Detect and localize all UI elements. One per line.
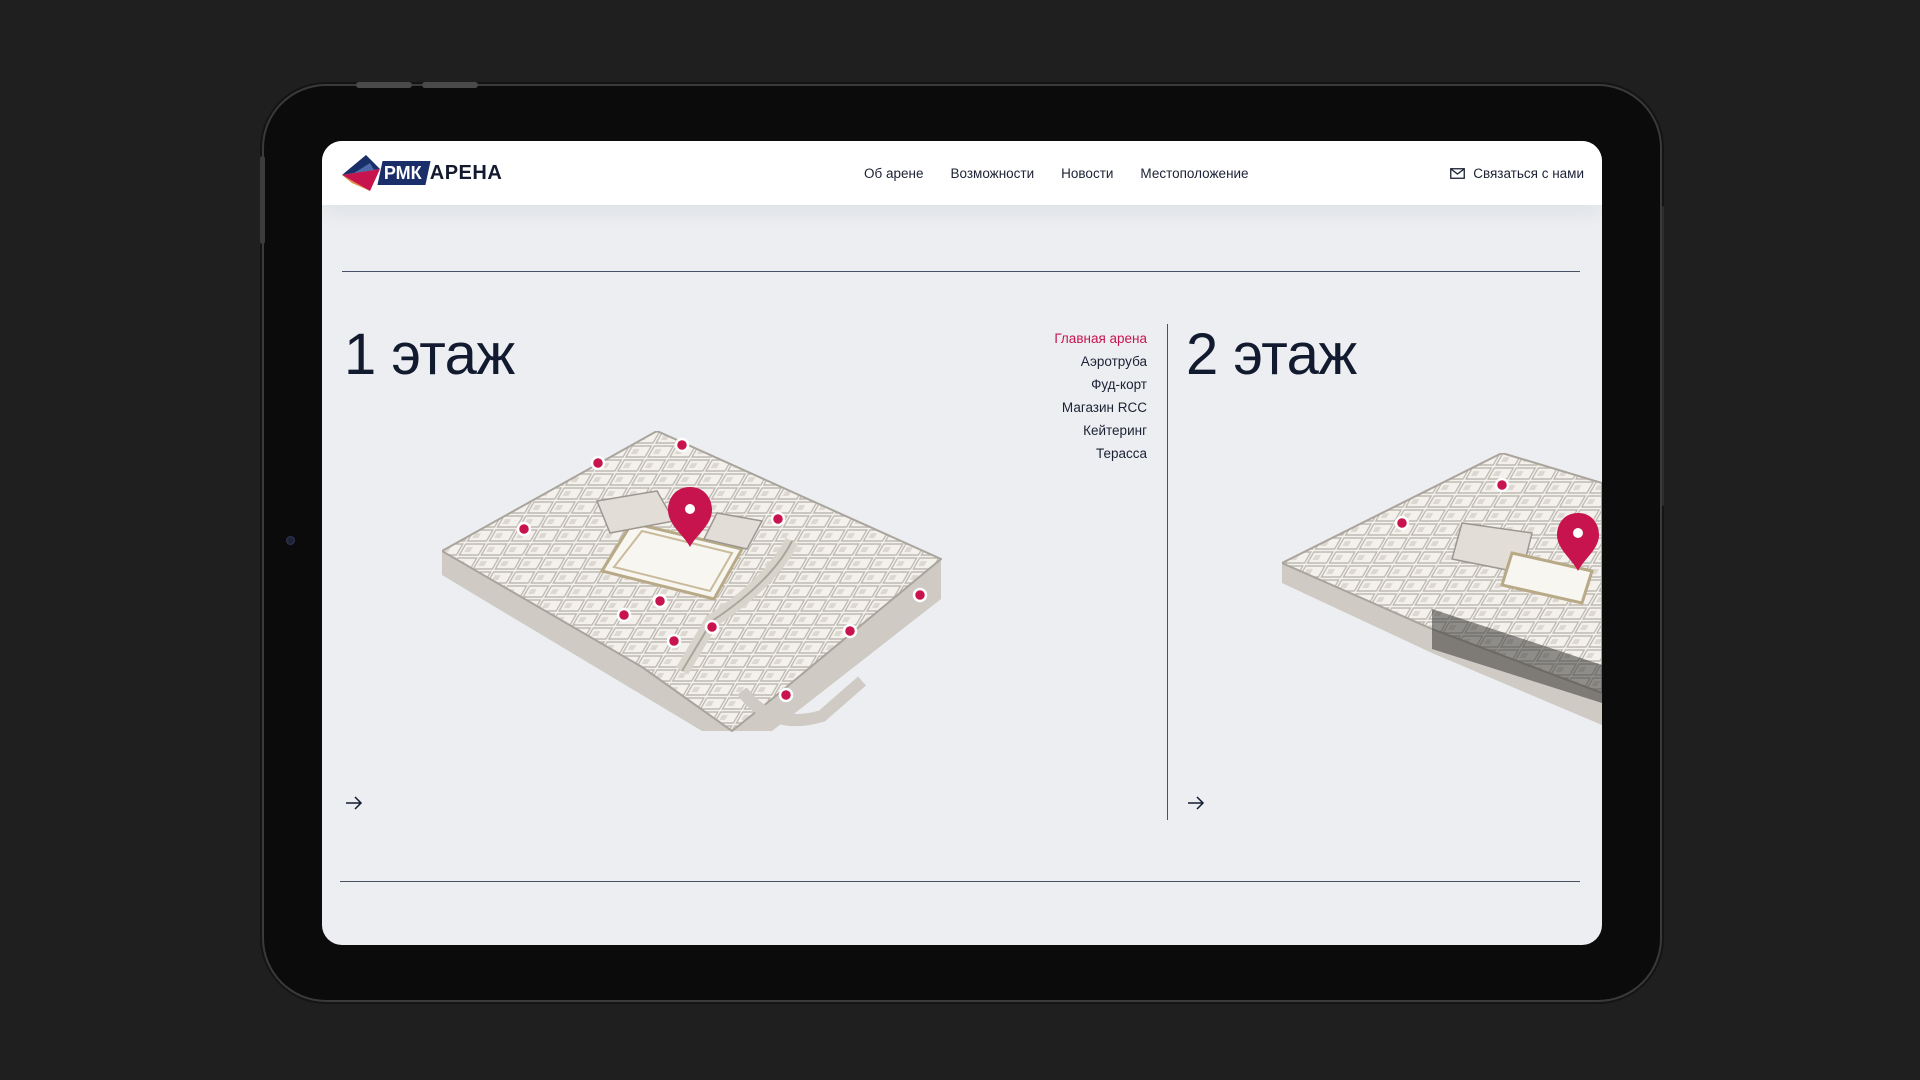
nav-item-location[interactable]: Местоположение [1140, 166, 1248, 181]
contact-label: Связаться с нами [1473, 165, 1584, 181]
floor-separator [1167, 324, 1168, 820]
zone-item-terrace[interactable]: Терасса [1054, 442, 1147, 465]
floor-2-plan[interactable] [1282, 453, 1602, 725]
floor-1-arrow-button[interactable] [340, 789, 368, 817]
floor-1-plan[interactable] [442, 431, 942, 751]
floor-2-arrow-button[interactable] [1182, 789, 1210, 817]
nav-item-about[interactable]: Об арене [864, 166, 923, 181]
floor-2-title: 2 этаж [1186, 322, 1357, 387]
arrow-right-icon [346, 796, 363, 810]
zone-item-wind-tunnel[interactable]: Аэротруба [1054, 350, 1147, 373]
bottom-divider [340, 881, 1580, 882]
zone-item-catering[interactable]: Кейтеринг [1054, 419, 1147, 442]
zone-item-rcc-store[interactable]: Магазин RCC [1054, 396, 1147, 419]
mail-icon [1450, 167, 1466, 179]
main-nav: Об арене Возможности Новости Местоположе… [864, 141, 1276, 205]
tablet-frame: РМК АРЕНА Об арене Возможности Новости М… [260, 82, 1664, 1000]
power-button [260, 156, 265, 244]
volume-button [356, 82, 412, 88]
floor-1-title: 1 этаж [344, 322, 515, 387]
logo-text: АРЕНА [429, 161, 503, 184]
arrow-right-icon [1188, 796, 1205, 810]
camera-icon [286, 536, 295, 545]
zone-item-food-court[interactable]: Фуд-корт [1054, 373, 1147, 396]
nav-item-news[interactable]: Новости [1061, 166, 1113, 181]
nav-item-features[interactable]: Возможности [950, 166, 1034, 181]
volume-button [422, 82, 478, 88]
zone-item-main-arena[interactable]: Главная арена [1054, 327, 1147, 350]
site-header: РМК АРЕНА Об арене Возможности Новости М… [322, 141, 1602, 205]
zone-list: Главная арена Аэротруба Фуд-корт Магазин… [1054, 327, 1147, 465]
logo-box: РМК [377, 161, 431, 185]
top-divider [342, 271, 1580, 272]
logo[interactable]: РМК АРЕНА [340, 153, 502, 193]
logo-icon [342, 155, 380, 191]
contact-link[interactable]: Связаться с нами [1450, 141, 1584, 205]
screen: РМК АРЕНА Об арене Возможности Новости М… [322, 141, 1602, 945]
side-edge [1662, 206, 1664, 506]
